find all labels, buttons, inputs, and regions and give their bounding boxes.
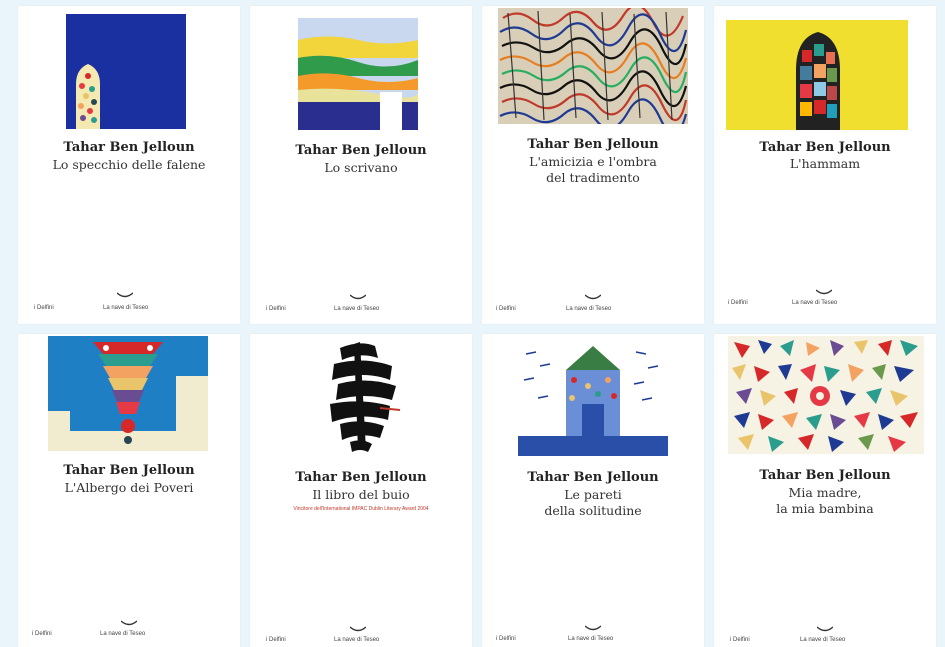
striped-landscape-art — [298, 18, 418, 130]
book-cover-5[interactable]: Tahar Ben Jelloun L'Albergo dei Poveri i… — [18, 334, 240, 647]
series-label: i Delfini — [496, 306, 516, 312]
series-label: i Delfini — [496, 636, 516, 642]
book-cover-4[interactable]: Tahar Ben Jelloun L'hammam i Delfini La … — [714, 6, 936, 324]
publisher-label: La nave di Teseo — [566, 306, 612, 312]
ship-logo-icon — [350, 294, 366, 300]
blue-tower-art — [518, 340, 668, 456]
publisher-label: La nave di Teseo — [792, 300, 838, 306]
book-title: L'hammam — [789, 156, 861, 171]
publisher-label: La nave di Teseo — [800, 637, 846, 643]
book-author: Tahar Ben Jelloun — [759, 468, 891, 483]
mosaic-shapes-art — [728, 336, 924, 454]
black-brushstroke-art — [320, 338, 410, 454]
book-author: Tahar Ben Jelloun — [295, 143, 427, 158]
stained-glass-window-art — [66, 14, 186, 129]
ship-logo-icon — [350, 626, 366, 632]
book-author: Tahar Ben Jelloun — [527, 137, 659, 152]
book-title: Lo scrivano — [324, 160, 398, 175]
book-grid: Tahar Ben Jelloun Lo specchio delle fale… — [0, 0, 945, 647]
book-title: Le pareti della solitudine — [544, 487, 642, 518]
book-cover-1[interactable]: Tahar Ben Jelloun Lo specchio delle fale… — [18, 6, 240, 324]
book-cover-7[interactable]: Tahar Ben Jelloun Le pareti della solitu… — [482, 334, 704, 647]
publisher-label: La nave di Teseo — [100, 631, 146, 637]
book-title: Il libro del buio — [312, 487, 410, 502]
award-note: Vincitore dell'International IMPAC Dubli… — [293, 506, 429, 512]
ship-logo-icon — [817, 626, 833, 632]
book-title: Lo specchio delle falene — [52, 157, 206, 172]
publisher-label: La nave di Teseo — [568, 636, 614, 642]
series-label: i Delfini — [266, 306, 286, 312]
series-label: i Delfini — [266, 637, 286, 643]
ship-logo-icon — [117, 292, 133, 298]
ship-logo-icon — [585, 625, 601, 631]
book-author: Tahar Ben Jelloun — [759, 140, 891, 155]
series-label: i Delfini — [728, 300, 748, 306]
book-cover-3[interactable]: Tahar Ben Jelloun L'amicizia e l'ombra d… — [482, 6, 704, 324]
book-cover-2[interactable]: Tahar Ben Jelloun Lo scrivano i Delfini … — [250, 6, 472, 324]
abstract-scribble-art — [498, 8, 688, 124]
series-label: i Delfini — [730, 637, 750, 643]
book-title: L'amicizia e l'ombra del tradimento — [529, 154, 657, 185]
book-cover-6[interactable]: Tahar Ben Jelloun Il libro del buio Vinc… — [250, 334, 472, 647]
ship-logo-icon — [585, 294, 601, 300]
colorful-pagoda-art — [48, 336, 208, 451]
book-author: Tahar Ben Jelloun — [295, 470, 427, 485]
book-title: Mia madre, la mia bambina — [776, 485, 874, 516]
patchwork-figure-art — [726, 20, 908, 130]
book-author: Tahar Ben Jelloun — [63, 463, 195, 478]
book-title: L'Albergo dei Poveri — [64, 480, 194, 495]
ship-logo-icon — [816, 289, 832, 295]
series-label: i Delfini — [34, 305, 54, 311]
series-label: i Delfini — [32, 631, 52, 637]
book-author: Tahar Ben Jelloun — [527, 470, 659, 485]
book-author: Tahar Ben Jelloun — [63, 140, 195, 155]
ship-logo-icon — [121, 620, 137, 626]
book-cover-8[interactable]: Tahar Ben Jelloun Mia madre, la mia bamb… — [714, 334, 936, 647]
publisher-label: La nave di Teseo — [334, 306, 380, 312]
publisher-label: La nave di Teseo — [334, 637, 380, 643]
publisher-label: La nave di Teseo — [103, 305, 149, 311]
